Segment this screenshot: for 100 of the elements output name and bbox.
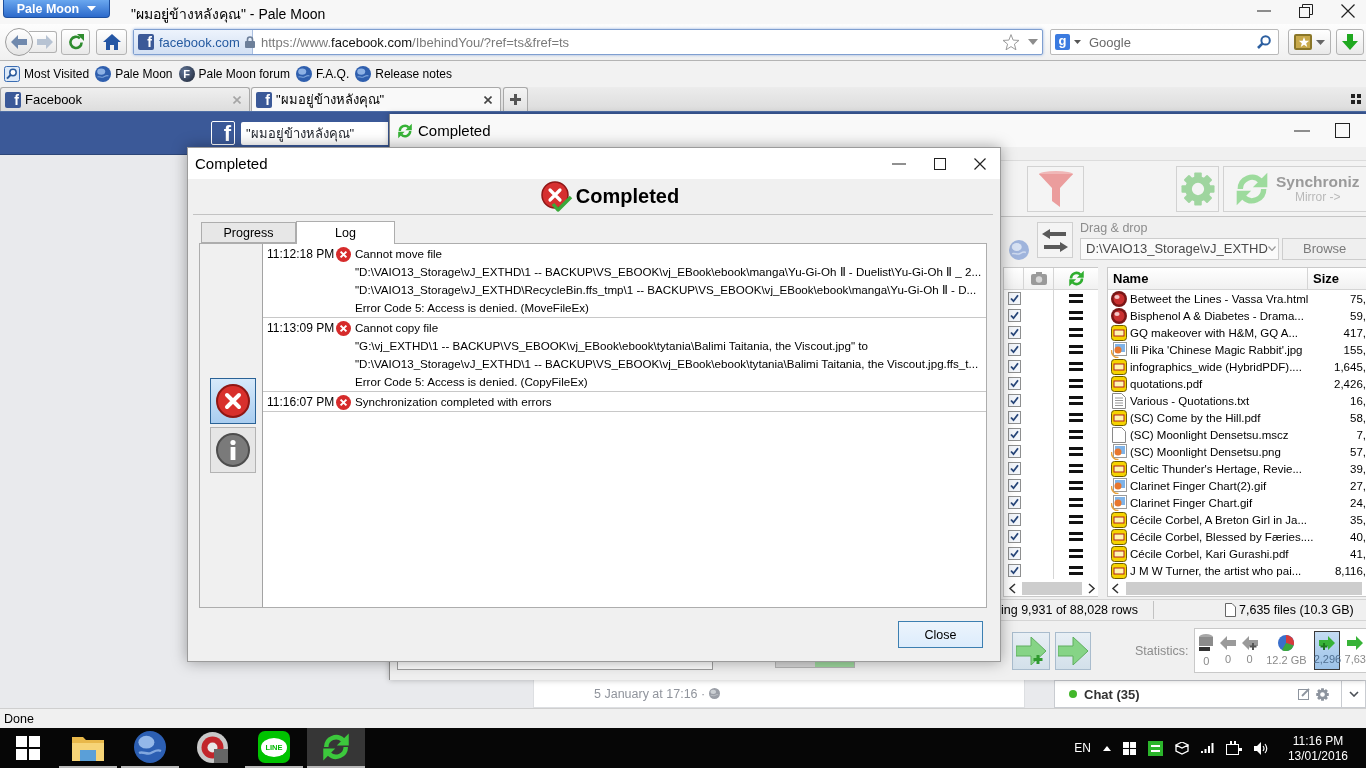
swap-sides-button[interactable]	[1037, 222, 1073, 258]
checkbox[interactable]	[1007, 564, 1021, 577]
horizontal-scrollbar[interactable]	[1110, 581, 1362, 595]
checkbox[interactable]	[1007, 309, 1021, 322]
minimize-icon[interactable]	[892, 162, 906, 165]
checkbox[interactable]	[1007, 496, 1021, 509]
checkbox[interactable]	[1007, 428, 1021, 441]
checkbox[interactable]	[1007, 326, 1021, 339]
file-name: Clarinet Finger Chart.gif	[1130, 496, 1253, 509]
tab[interactable]: Log	[296, 221, 395, 244]
checkbox[interactable]	[1007, 377, 1021, 390]
info-filter-button[interactable]	[209, 427, 256, 473]
box-icon[interactable]	[1174, 741, 1189, 755]
log-detail: Error Code 5: Access is denied. (CopyFileEx)	[355, 374, 588, 390]
browser-tab[interactable]: f "ผมอยู่ข้างหลังคุณ"	[251, 87, 501, 111]
app-menu-button[interactable]: Pale Moon	[3, 0, 110, 18]
restore-icon[interactable]	[1299, 4, 1313, 18]
checkbox[interactable]	[1007, 411, 1021, 424]
checkbox[interactable]	[1007, 360, 1021, 373]
tab-close-icon[interactable]	[484, 95, 492, 104]
bookmark-item[interactable]: F.A.Q.	[295, 64, 350, 84]
equal-icon	[1069, 294, 1083, 303]
checkbox[interactable]	[1007, 513, 1021, 526]
back-button[interactable]	[5, 28, 33, 56]
search-field[interactable]: Google	[1085, 34, 1253, 50]
drive-minus-icon	[1198, 633, 1215, 652]
address-bar[interactable]: f facebook.com https://www.facebook.com/IbehindYou/?ref=ts&fref=ts	[133, 29, 1043, 55]
battery-plug-icon[interactable]	[1225, 741, 1242, 755]
caret-icon[interactable]	[1074, 40, 1081, 44]
scroll-button[interactable]	[1342, 680, 1366, 708]
minimize-icon[interactable]	[1294, 129, 1310, 132]
bookmarks-menu-button[interactable]	[1288, 29, 1331, 55]
reload-icon	[67, 34, 84, 50]
drag-drop-label: Drag & drop	[1080, 220, 1148, 235]
chat-bar[interactable]: Chat (35)	[1054, 680, 1342, 708]
bookmark-item[interactable]: F Pale Moon forum	[178, 64, 290, 84]
site-logo[interactable]: f	[211, 121, 235, 145]
clock-time[interactable]: 11:16 PM	[1292, 733, 1344, 748]
site-logo: f	[138, 34, 154, 50]
file-name: Cécile Corbel, A Breton Girl in Ja...	[1130, 513, 1308, 526]
column-header[interactable]: Size	[1308, 271, 1339, 286]
checkbox[interactable]	[1007, 343, 1021, 356]
bookmark-item[interactable]: Most Visited	[4, 64, 90, 84]
signal-bars-icon[interactable]	[1200, 743, 1214, 753]
checkbox[interactable]	[1007, 530, 1021, 543]
language-indicator[interactable]: EN	[1074, 741, 1091, 755]
search-box[interactable]: g Google	[1050, 29, 1279, 55]
file-icon	[1225, 603, 1236, 617]
arrow-plus-icon	[1016, 636, 1046, 665]
globe-icon	[95, 66, 112, 82]
errors-filter-button[interactable]	[209, 378, 256, 424]
grid-icon[interactable]	[1351, 94, 1361, 104]
pdf-file-icon	[1111, 409, 1127, 426]
taskbar-button[interactable]	[121, 728, 179, 768]
star-icon[interactable]	[1002, 33, 1020, 51]
site-identity-button[interactable]: f facebook.com	[134, 30, 253, 54]
browser-tab[interactable]: f Facebook	[0, 87, 250, 111]
close-icon[interactable]	[1341, 4, 1355, 18]
clock-date[interactable]: 13/01/2016	[1287, 748, 1348, 763]
taskbar-button[interactable]	[307, 728, 365, 768]
horizontal-scrollbar[interactable]	[1006, 581, 1098, 595]
checkbox[interactable]	[1007, 445, 1021, 458]
pdf-file-icon	[1111, 528, 1127, 545]
close-button[interactable]: Close	[898, 621, 983, 648]
windows-logo-icon[interactable]	[1122, 741, 1136, 755]
column-header[interactable]: Name	[1108, 271, 1149, 286]
home-button[interactable]	[96, 29, 127, 55]
caret-icon[interactable]	[1028, 39, 1038, 45]
reload-button[interactable]	[61, 29, 90, 55]
speaker-icon[interactable]	[1253, 741, 1268, 755]
maximize-icon[interactable]	[934, 157, 946, 170]
checkbox[interactable]	[1007, 394, 1021, 407]
log-message: Cannot copy file	[355, 320, 439, 336]
search-engine-logo[interactable]: g	[1055, 34, 1070, 50]
maximize-icon[interactable]	[1335, 123, 1350, 138]
file-size: 58,	[1350, 411, 1366, 424]
site-search-field[interactable]: "ผมอยู่ข้างหลังคุณ"	[241, 121, 388, 145]
new-tab-button[interactable]	[503, 87, 528, 111]
url-field[interactable]: https://www.facebook.com/IbehindYou/?ref=ts&fref=ts	[261, 34, 994, 50]
checkbox[interactable]	[1007, 479, 1021, 492]
bookmark-item[interactable]: Release notes	[355, 64, 452, 84]
chat-button[interactable]: Chat (35)	[1084, 686, 1140, 702]
bookmark-item[interactable]: Pale Moon	[95, 64, 173, 84]
browse-button[interactable]: Browse	[1282, 237, 1366, 260]
tab[interactable]: Progress	[201, 222, 296, 243]
caret-up-icon[interactable]	[1102, 745, 1111, 751]
compare-button[interactable]	[1012, 631, 1050, 670]
search-icon[interactable]	[1257, 35, 1271, 49]
app-tile-icon[interactable]	[1147, 740, 1163, 756]
checkbox[interactable]	[1007, 547, 1021, 560]
folder-path-field[interactable]: D:\VAIO13_Storage\vJ_EXTHD	[1080, 237, 1279, 260]
checkbox[interactable]	[1007, 462, 1021, 475]
downloads-button[interactable]	[1336, 29, 1364, 55]
checkbox[interactable]	[1007, 292, 1021, 305]
edit-icon[interactable]	[1298, 688, 1310, 700]
log-time: 11:16:07 PM	[266, 394, 333, 411]
file-size: 1,645,	[1334, 360, 1366, 373]
dropdown-field[interactable]	[397, 662, 713, 670]
log-detail: "D:\VAIO13_Storage\vJ_EXTHD\1 -- BACKUP\VS_EBOOK\vj_EBook\ebook\tytania\Balimi Taitania, the Viscout.jpg.ffs_t...	[355, 356, 979, 372]
close-icon[interactable]	[974, 157, 986, 170]
